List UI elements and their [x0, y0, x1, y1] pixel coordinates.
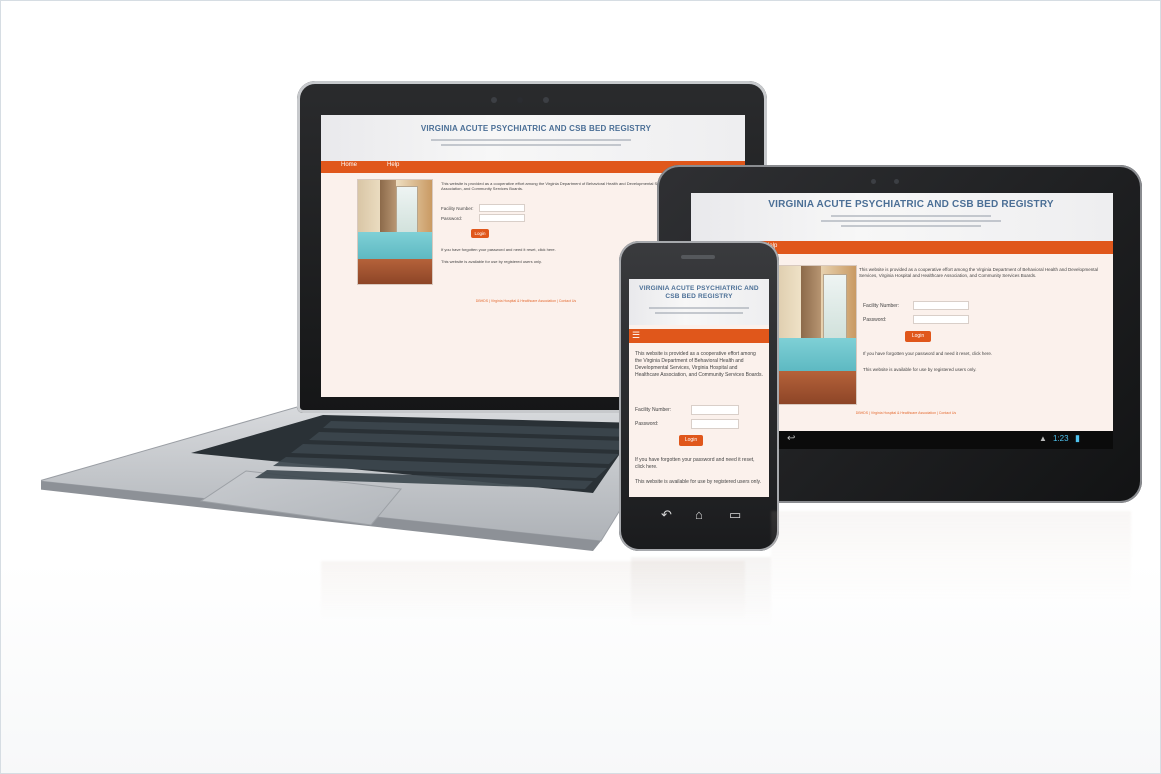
password-input[interactable]: [691, 419, 739, 429]
facility-number-input[interactable]: [479, 204, 525, 212]
phone-speaker-icon: [681, 255, 715, 259]
laptop-keyboard-deck: [41, 402, 682, 551]
back-icon[interactable]: ↶: [661, 507, 672, 523]
footer-links[interactable]: DBHDS | Virginia Hospital & Healthcare A…: [821, 411, 991, 415]
availability-text: This website is available for use by reg…: [635, 479, 762, 485]
intro-text: This website is provided as a cooperativ…: [859, 267, 1098, 278]
facility-number-label: Facility Number:: [441, 206, 474, 211]
site-subtitle-line: [841, 225, 981, 227]
facility-number-input[interactable]: [913, 301, 969, 310]
site-subtitle-line: [655, 312, 743, 314]
facility-number-label: Facility Number:: [635, 407, 672, 413]
back-icon[interactable]: ↩: [787, 433, 795, 444]
laptop-camera-icon: [517, 97, 523, 103]
wifi-icon: ▲: [1039, 434, 1047, 443]
facility-number-input[interactable]: [691, 405, 739, 415]
site-header: VIRGINIA ACUTE PSYCHIATRIC AND CSB BED R…: [321, 115, 745, 161]
forgot-password-text: If you have forgotten your password and …: [635, 457, 755, 470]
site-subtitle-line: [821, 220, 1001, 222]
site-header: VIRGINIA ACUTE PSYCHIATRIC AND CSB BED R…: [629, 279, 769, 325]
bedroom-photo: [767, 265, 857, 405]
intro-text: This website is provided as a cooperativ…: [635, 351, 763, 378]
tablet-sensor-icon: [894, 179, 899, 184]
image-frame: VIRGINIA ACUTE PSYCHIATRIC AND CSB BED R…: [0, 0, 1161, 774]
password-label: Password:: [863, 317, 887, 323]
login-button[interactable]: Login: [471, 229, 489, 238]
password-label: Password:: [441, 216, 463, 221]
footer-links[interactable]: DBHDS | Virginia Hospital & Healthcare A…: [441, 299, 611, 303]
home-icon[interactable]: ⌂: [695, 507, 703, 522]
site-subtitle-line: [431, 139, 631, 141]
login-button[interactable]: Login: [905, 331, 931, 342]
site-nav: ☰: [629, 329, 769, 343]
battery-icon: ▮: [1075, 433, 1080, 443]
password-input[interactable]: [479, 214, 525, 222]
site-title: VIRGINIA ACUTE PSYCHIATRIC AND CSB BED R…: [639, 285, 759, 300]
laptop-camera-icon: [543, 97, 549, 103]
menu-icon[interactable]: ☰: [632, 330, 640, 341]
tablet-camera-icon: [871, 179, 876, 184]
availability-text: This website is available for use by reg…: [863, 367, 977, 372]
tablet-reflection: [771, 511, 1131, 601]
status-time: 1:23: [1053, 434, 1069, 443]
site-subtitle-line: [649, 307, 749, 309]
site-title: VIRGINIA ACUTE PSYCHIATRIC AND CSB BED R…: [768, 199, 1054, 210]
site-subtitle-line: [831, 215, 991, 217]
bedroom-photo: [357, 179, 433, 285]
laptop-camera-icon: [491, 97, 497, 103]
phone-screen: VIRGINIA ACUTE PSYCHIATRIC AND CSB BED R…: [629, 279, 769, 497]
availability-text: This website is available for use by reg…: [441, 259, 542, 264]
password-label: Password:: [635, 421, 659, 427]
nav-home[interactable]: Home: [341, 162, 357, 168]
recent-apps-icon[interactable]: ▭: [729, 507, 741, 523]
site-title: VIRGINIA ACUTE PSYCHIATRIC AND CSB BED R…: [420, 124, 652, 133]
phone-reflection: [631, 557, 771, 627]
login-button[interactable]: Login: [679, 435, 703, 446]
forgot-password-text: If you have forgotten your password and …: [863, 351, 993, 356]
password-input[interactable]: [913, 315, 969, 324]
site-subtitle-line: [441, 144, 621, 146]
site-header: VIRGINIA ACUTE PSYCHIATRIC AND CSB BED R…: [691, 193, 1113, 241]
forgot-password-text: If you have forgotten your password and …: [441, 247, 556, 252]
nav-help[interactable]: Help: [387, 162, 399, 168]
facility-number-label: Facility Number:: [863, 303, 900, 309]
